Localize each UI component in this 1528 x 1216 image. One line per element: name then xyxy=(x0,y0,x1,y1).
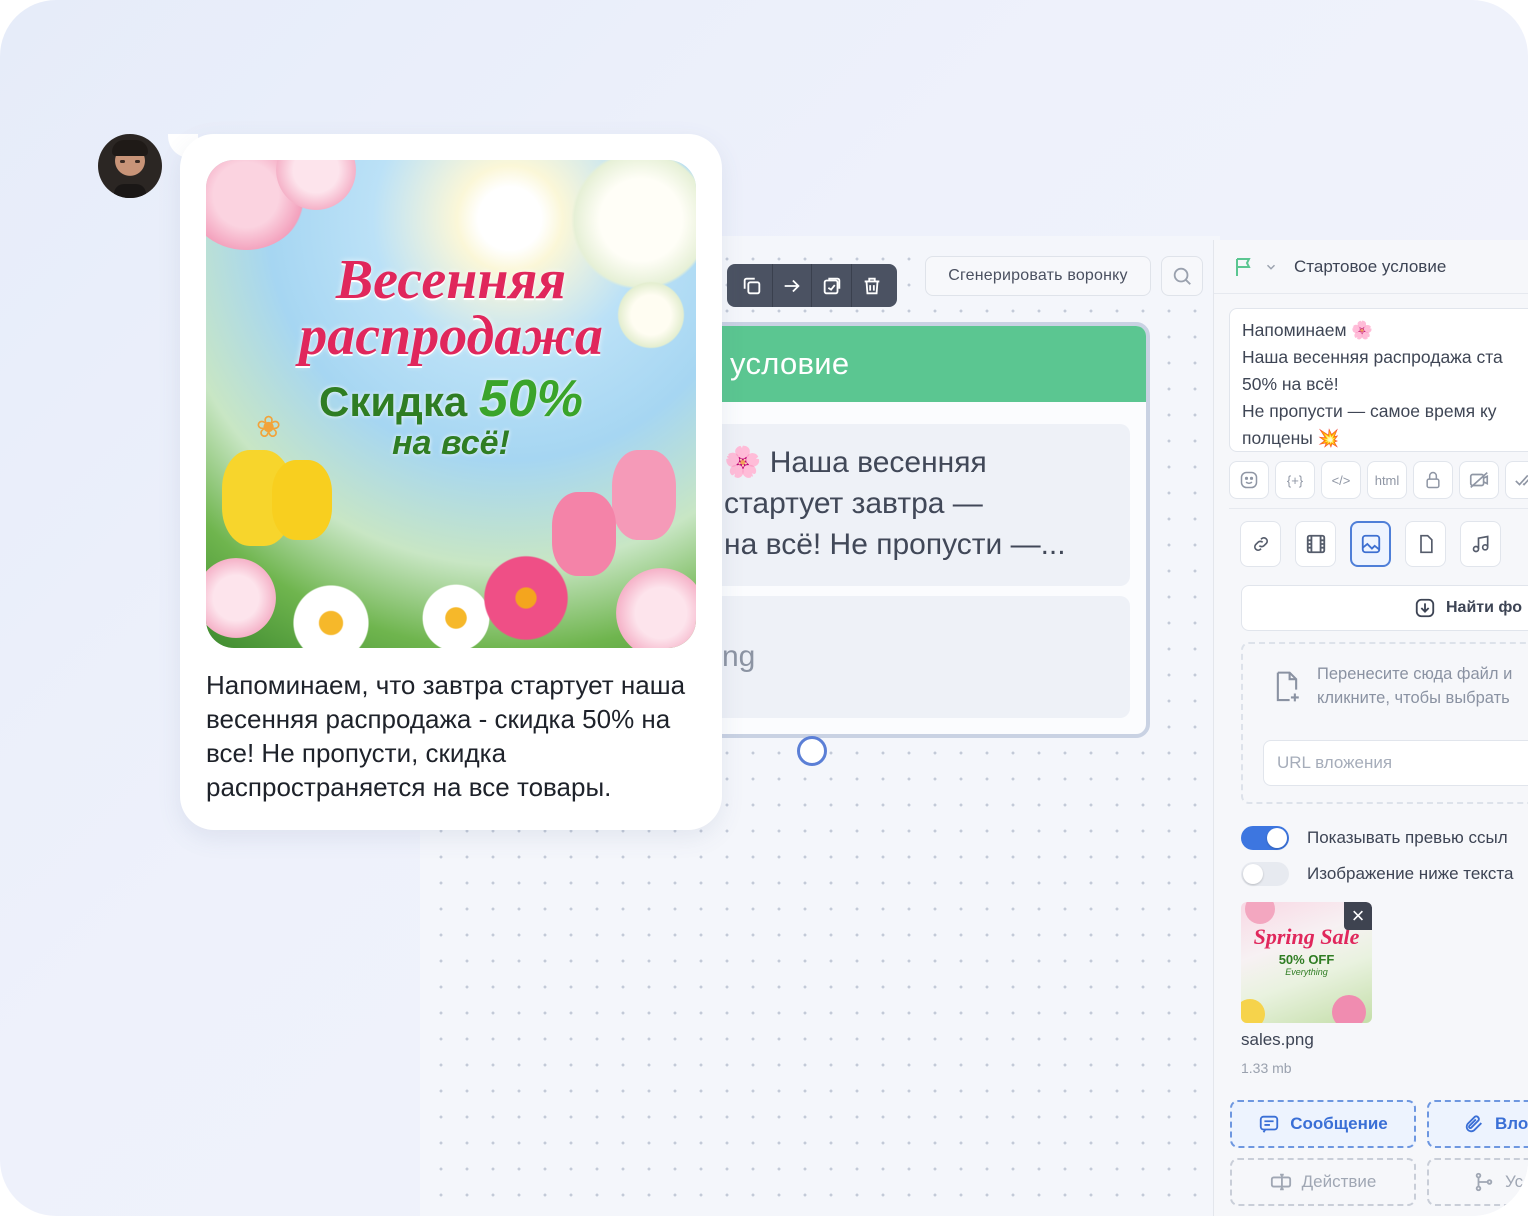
arrow-right-icon[interactable] xyxy=(777,271,807,301)
message-icon xyxy=(1260,1115,1279,1133)
link-preview-toggle[interactable] xyxy=(1241,826,1289,850)
url-placeholder: URL вложения xyxy=(1277,753,1393,772)
drop-hint-line-2: кликните, чтобы выбрать xyxy=(1317,689,1510,707)
close-icon[interactable]: × xyxy=(1344,902,1372,930)
message-line: 50% на всё! xyxy=(1242,374,1339,394)
variable-button[interactable]: {+} xyxy=(1275,461,1315,499)
chat-message-bubble: ❀ Весенняя распродажа Скидка 50% на всё!… xyxy=(180,134,722,830)
message-line: Наша весенняя распродажа ста xyxy=(1242,347,1503,367)
node-attachment[interactable]: ng xyxy=(704,596,1130,718)
toolbar-divider xyxy=(811,264,813,307)
promo-title: Весенняя распродажа xyxy=(206,252,696,364)
action-icon xyxy=(1270,1173,1291,1191)
add-action-label: Действие xyxy=(1301,1172,1377,1191)
message-line: Не пропусти — самое время ку xyxy=(1242,401,1497,421)
message-line: полцены 💥 xyxy=(1242,428,1340,448)
node-text-line-2: стартует завтра — xyxy=(724,487,983,520)
thumb-sub: 50% OFF xyxy=(1278,952,1335,967)
paste-icon[interactable] xyxy=(817,271,847,301)
chat-message-text: Напоминаем, что завтра стартует наша вес… xyxy=(206,670,686,802)
chevron-down-icon[interactable] xyxy=(1264,260,1278,274)
message-line: Напоминаем 🌸 xyxy=(1242,320,1374,340)
add-attachment-button[interactable]: Вло xyxy=(1427,1100,1528,1148)
attachment-url-input[interactable]: URL вложения xyxy=(1263,740,1528,786)
emoji-icon[interactable] xyxy=(1229,461,1269,499)
promo-discount-percent: 50% xyxy=(478,370,583,428)
promo-title-line-1: Весенняя xyxy=(335,249,567,311)
download-icon xyxy=(1415,598,1435,618)
add-file-icon xyxy=(1276,671,1299,702)
node-message-preview[interactable]: 🌸 Наша весенняя стартует завтра — на всё… xyxy=(704,424,1130,586)
panel-title: Стартовое условие xyxy=(1294,256,1447,276)
branch-icon xyxy=(1475,1172,1493,1192)
promo-title-line-2: распродажа xyxy=(299,305,603,367)
attachment-thumbnail[interactable]: Spring Sale 50% OFF Everything × xyxy=(1241,902,1372,1023)
code-button[interactable]: </> xyxy=(1321,461,1361,499)
toggle-image-below-row: Изображение ниже текста xyxy=(1241,862,1513,886)
drop-hint: Перенесите сюда файл и кликните, чтобы в… xyxy=(1317,662,1512,710)
html-button[interactable]: html xyxy=(1367,461,1407,499)
generate-funnel-label: Сгенерировать воронку xyxy=(948,267,1128,284)
message-editor[interactable]: Напоминаем 🌸 Наша весенняя распродажа ст… xyxy=(1229,308,1528,452)
toggle-link-preview-row: Показывать превью ссыл xyxy=(1241,826,1508,850)
lock-icon[interactable] xyxy=(1413,461,1453,499)
toolbar-divider xyxy=(851,264,853,307)
search-button[interactable] xyxy=(1161,256,1203,296)
node-title: условие xyxy=(730,346,850,381)
image-icon[interactable] xyxy=(1350,521,1391,567)
find-photo-button[interactable]: Найти фо xyxy=(1241,585,1528,631)
properties-panel: Стартовое условие Напоминаем 🌸 Наша весе… xyxy=(1213,240,1528,1216)
node-toolbar xyxy=(727,264,897,307)
add-message-label: Сообщение xyxy=(1290,1114,1388,1133)
format-toolbar: {+} </> html xyxy=(1229,461,1528,499)
avatar xyxy=(98,134,162,198)
add-action-button[interactable]: Действие xyxy=(1230,1158,1416,1206)
promo-discount-word: Скидка xyxy=(319,378,468,425)
search-icon xyxy=(1173,267,1191,285)
image-below-label: Изображение ниже текста xyxy=(1307,864,1514,883)
audio-icon[interactable] xyxy=(1460,521,1501,567)
add-message-button[interactable]: Сообщение xyxy=(1230,1100,1416,1148)
file-name: sales.png xyxy=(1241,1030,1314,1049)
add-attachment-label: Вло xyxy=(1495,1114,1528,1133)
node-text-line-1: 🌸 Наша весенняя xyxy=(724,446,987,479)
check-icon[interactable] xyxy=(1505,461,1528,499)
file-size: 1.33 mb xyxy=(1241,1060,1292,1076)
flag-icon[interactable] xyxy=(1232,255,1256,279)
node-text-line-3: на всё! Не пропусти —... xyxy=(724,528,1066,561)
no-preview-icon[interactable] xyxy=(1459,461,1499,499)
trash-icon[interactable] xyxy=(857,271,887,301)
panel-header: Стартовое условие xyxy=(1214,240,1528,294)
node-file-label: ng xyxy=(722,640,756,673)
add-condition-button[interactable]: Усл xyxy=(1427,1158,1528,1206)
copy-icon[interactable] xyxy=(737,271,767,301)
flow-node[interactable]: условие 🌸 Наша весенняя стартует завтра … xyxy=(700,322,1150,738)
promo-image[interactable]: ❀ Весенняя распродажа Скидка 50% на всё! xyxy=(206,160,696,648)
promo-discount: Скидка 50% xyxy=(206,373,696,425)
toolbar-divider xyxy=(771,264,773,307)
thumb-sub2: Everything xyxy=(1285,967,1328,977)
find-photo-label: Найти фо xyxy=(1446,599,1522,616)
video-icon[interactable] xyxy=(1295,521,1336,567)
paperclip-icon xyxy=(1465,1115,1482,1133)
media-type-row xyxy=(1240,521,1501,567)
node-header: условие xyxy=(704,326,1146,402)
add-condition-label: Усл xyxy=(1505,1172,1528,1191)
node-output-port[interactable] xyxy=(797,736,827,766)
promo-everything: на всё! xyxy=(392,424,510,462)
link-preview-label: Показывать превью ссыл xyxy=(1307,828,1508,847)
screen: условие 🌸 Наша весенняя стартует завтра … xyxy=(0,0,1528,1216)
link-icon[interactable] xyxy=(1240,521,1281,567)
drop-hint-line-1: Перенесите сюда файл и xyxy=(1317,665,1513,683)
file-drop-zone[interactable]: Перенесите сюда файл и кликните, чтобы в… xyxy=(1241,642,1528,804)
file-icon[interactable] xyxy=(1405,521,1446,567)
generate-funnel-button[interactable]: Сгенерировать воронку xyxy=(925,256,1151,296)
image-below-text-toggle[interactable] xyxy=(1241,862,1289,886)
